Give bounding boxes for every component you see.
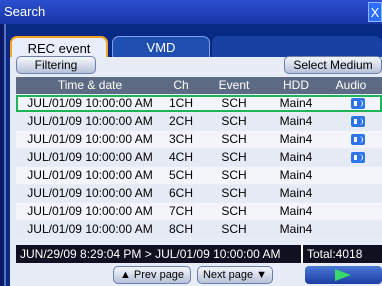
- cell-time-date: JUL/01/09 10:00:00 AM: [27, 96, 153, 110]
- search-range-bar: JUN/29/09 8:29:04 PM > JUL/01/09 10:00:0…: [16, 245, 382, 263]
- cell-event: SCH: [221, 114, 247, 128]
- cell-ch: 6CH: [168, 186, 193, 200]
- cell-time-date: JUL/01/09 10:00:00 AM: [27, 222, 153, 236]
- cell-hdd: Main4: [279, 150, 313, 164]
- cell-ch: 5CH: [168, 168, 193, 182]
- cell-ch: 8CH: [168, 222, 193, 236]
- header-audio: Audio: [335, 78, 367, 92]
- table-header: Time & date Ch Event HDD Audio: [16, 77, 382, 94]
- cell-event: SCH: [221, 132, 247, 146]
- filtering-button[interactable]: Filtering: [16, 56, 96, 74]
- table-row[interactable]: JUL/01/09 10:00:00 AM 6CH SCH Main4: [16, 185, 382, 202]
- cell-event: SCH: [221, 150, 247, 164]
- tab-rec-event[interactable]: REC event: [10, 36, 108, 57]
- table-row[interactable]: JUL/01/09 10:00:00 AM 5CH SCH Main4: [16, 167, 382, 184]
- cell-ch: 1CH: [168, 96, 193, 110]
- cell-time-date: JUL/01/09 10:00:00 AM: [27, 114, 153, 128]
- prev-page-button[interactable]: ▲ Prev page: [113, 266, 191, 284]
- window-title: Search: [4, 4, 46, 19]
- cell-hdd: Main4: [279, 114, 313, 128]
- cell-hdd: Main4: [279, 204, 313, 218]
- cell-time-date: JUL/01/09 10:00:00 AM: [27, 204, 153, 218]
- cell-ch: 7CH: [168, 204, 193, 218]
- tab-vmd[interactable]: VMD: [112, 36, 210, 57]
- header-ch: Ch: [173, 78, 189, 92]
- header-hdd: HDD: [283, 78, 309, 92]
- select-medium-button[interactable]: Select Medium: [284, 56, 382, 74]
- cell-ch: 2CH: [168, 114, 193, 128]
- header-time-date: Time & date: [57, 78, 123, 92]
- cell-time-date: JUL/01/09 10:00:00 AM: [27, 168, 153, 182]
- speaker-icon: [351, 152, 365, 163]
- tab-strip: [212, 36, 382, 57]
- table-row[interactable]: JUL/01/09 10:00:00 AM 3CH SCH Main4: [16, 131, 382, 148]
- header-event: Event: [218, 78, 250, 92]
- cell-event: SCH: [221, 96, 247, 110]
- cell-time-date: JUL/01/09 10:00:00 AM: [27, 150, 153, 164]
- table-row[interactable]: JUL/01/09 10:00:00 AM 7CH SCH Main4: [16, 203, 382, 220]
- cell-hdd: Main4: [279, 186, 313, 200]
- cell-event: SCH: [221, 168, 247, 182]
- table-row[interactable]: JUL/01/09 10:00:00 AM 2CH SCH Main4: [16, 113, 382, 130]
- close-button[interactable]: X: [368, 2, 382, 22]
- title-bar: Search X: [0, 0, 382, 24]
- total-count: Total:4018: [301, 245, 382, 263]
- cell-event: SCH: [221, 204, 247, 218]
- play-icon: [335, 269, 351, 281]
- speaker-icon: [351, 134, 365, 145]
- speaker-icon: [351, 98, 365, 109]
- table-row[interactable]: JUL/01/09 10:00:00 AM 4CH SCH Main4: [16, 149, 382, 166]
- table-row[interactable]: JUL/01/09 10:00:00 AM 1CH SCH Main4: [16, 95, 382, 112]
- cell-ch: 4CH: [168, 150, 193, 164]
- speaker-icon: [351, 116, 365, 127]
- cell-hdd: Main4: [279, 222, 313, 236]
- cell-event: SCH: [221, 222, 247, 236]
- cell-hdd: Main4: [279, 132, 313, 146]
- cell-hdd: Main4: [279, 168, 313, 182]
- cell-hdd: Main4: [279, 96, 313, 110]
- play-button[interactable]: [305, 266, 382, 284]
- next-page-button[interactable]: Next page ▼: [197, 266, 273, 284]
- table-row[interactable]: JUL/01/09 10:00:00 AM 8CH SCH Main4: [16, 221, 382, 238]
- search-range: JUN/29/09 8:29:04 PM > JUL/01/09 10:00:0…: [20, 247, 281, 261]
- cell-event: SCH: [221, 186, 247, 200]
- cell-time-date: JUL/01/09 10:00:00 AM: [27, 186, 153, 200]
- cell-ch: 3CH: [168, 132, 193, 146]
- cell-time-date: JUL/01/09 10:00:00 AM: [27, 132, 153, 146]
